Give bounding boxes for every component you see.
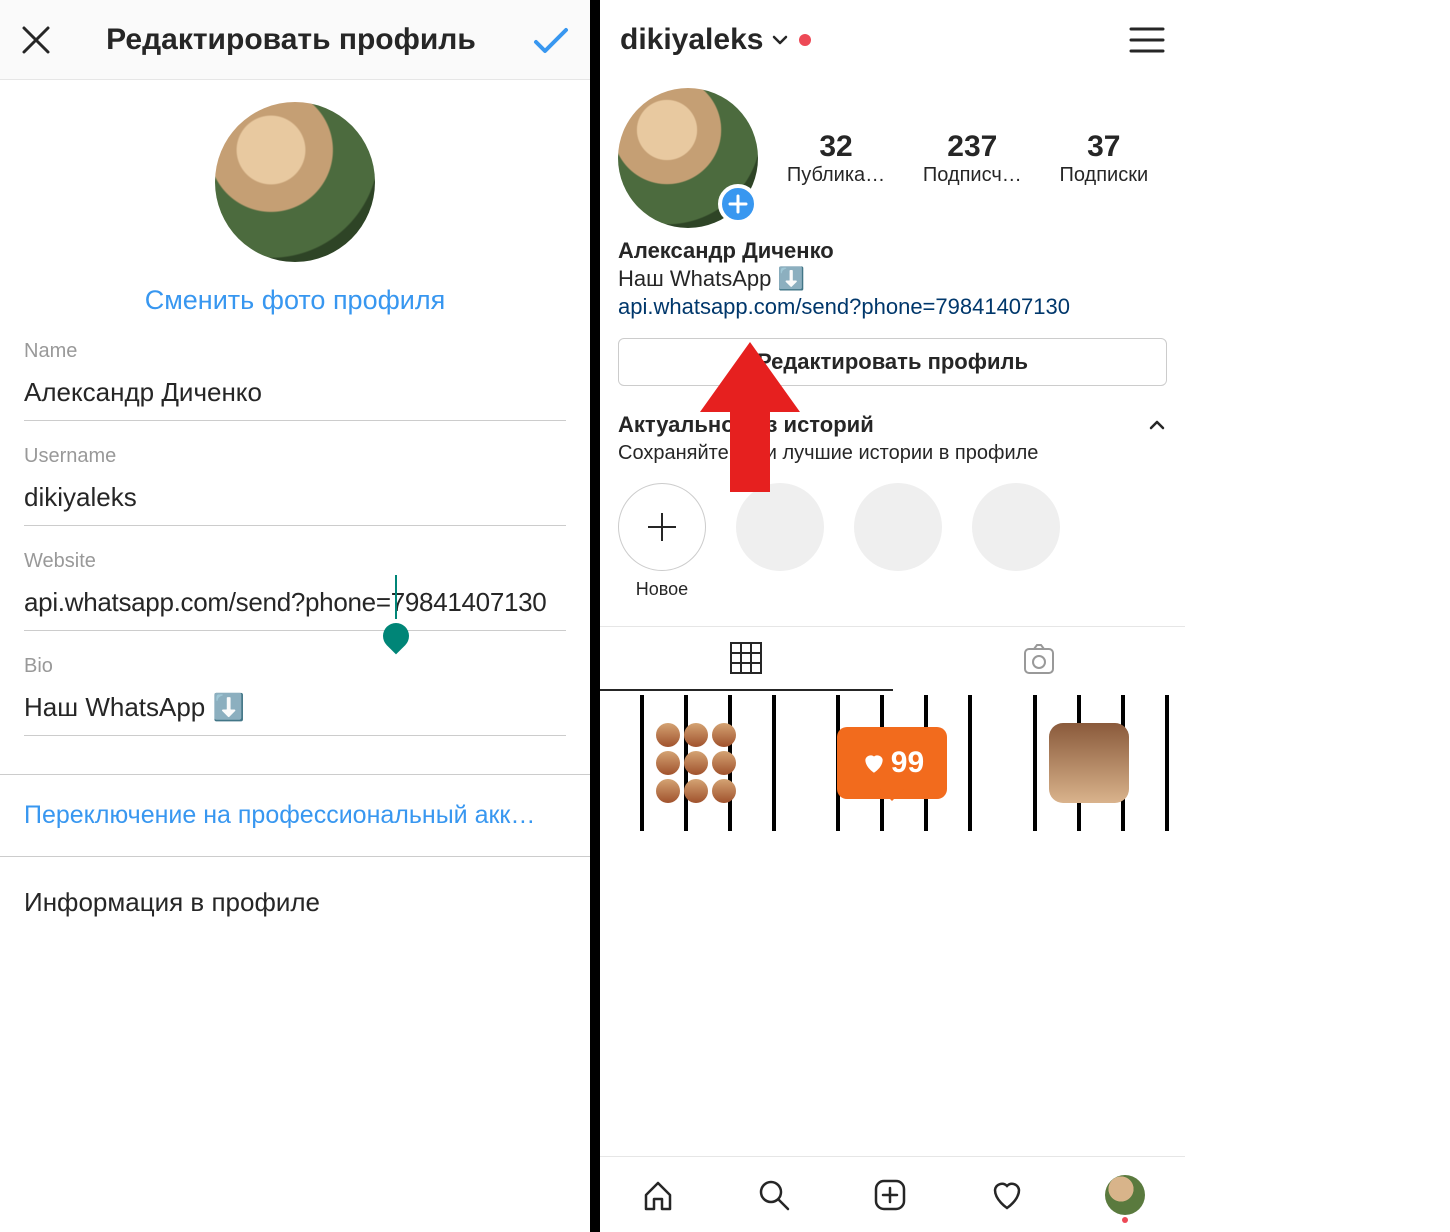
highlight-new[interactable]: Новое bbox=[618, 483, 706, 600]
profile-info-heading: Информация в профиле bbox=[0, 857, 590, 918]
highlights-row: Новое bbox=[600, 465, 1185, 600]
switch-professional-link[interactable]: Переключение на профессиональный акк… bbox=[0, 775, 590, 857]
confirm-icon[interactable] bbox=[530, 20, 570, 60]
home-icon[interactable] bbox=[640, 1177, 676, 1213]
like-badge: 99 bbox=[837, 727, 947, 799]
change-photo-link[interactable]: Сменить фото профиля bbox=[145, 285, 446, 316]
stat-followers[interactable]: 237 Подписч… bbox=[923, 130, 1022, 187]
profile-screen: dikiyaleks 32 Публика… 237 Подписч… bbox=[600, 0, 1185, 1232]
name-input[interactable] bbox=[24, 369, 566, 421]
stat-posts[interactable]: 32 Публика… bbox=[787, 130, 885, 187]
search-icon[interactable] bbox=[756, 1177, 792, 1213]
notification-dot bbox=[799, 34, 811, 46]
edit-profile-screen: Редактировать профиль Сменить фото профи… bbox=[0, 0, 590, 1232]
followers-count: 237 bbox=[923, 130, 1022, 164]
nav-profile-avatar[interactable] bbox=[1105, 1175, 1145, 1215]
post-thumbnail[interactable] bbox=[600, 695, 792, 831]
highlights-subtitle: Сохраняйте свои лучшие истории в профиле bbox=[600, 438, 1185, 465]
edit-profile-button[interactable]: Редактировать профиль bbox=[618, 338, 1167, 386]
chevron-up-icon[interactable] bbox=[1147, 415, 1167, 435]
post-thumbnail[interactable] bbox=[993, 695, 1185, 831]
add-story-icon[interactable] bbox=[718, 184, 758, 224]
close-icon[interactable] bbox=[20, 24, 52, 56]
display-name: Александр Диченко bbox=[618, 238, 1167, 264]
edit-header: Редактировать профиль bbox=[0, 0, 590, 80]
website-label: Website bbox=[24, 550, 566, 573]
profile-avatar-wrap[interactable] bbox=[618, 88, 768, 228]
highlights-title: Актуальное из историй bbox=[618, 412, 874, 438]
posts-grid: 99 bbox=[600, 691, 1185, 831]
activity-icon[interactable] bbox=[989, 1177, 1025, 1213]
bio-text: Наш WhatsApp ⬇️ bbox=[618, 266, 1167, 292]
bottom-nav bbox=[600, 1156, 1185, 1232]
chevron-down-icon[interactable] bbox=[771, 31, 789, 49]
page-title: Редактировать профиль bbox=[52, 23, 530, 57]
username-input[interactable] bbox=[24, 474, 566, 526]
posts-count: 32 bbox=[787, 130, 885, 164]
followers-label: Подписч… bbox=[923, 164, 1022, 187]
following-label: Подписки bbox=[1059, 164, 1148, 187]
highlight-new-label: Новое bbox=[618, 579, 706, 600]
posts-label: Публика… bbox=[787, 164, 885, 187]
website-input[interactable] bbox=[24, 579, 566, 631]
highlight-placeholder bbox=[736, 483, 824, 571]
header-username[interactable]: dikiyaleks bbox=[620, 23, 763, 57]
add-post-icon[interactable] bbox=[872, 1177, 908, 1213]
bio-label: Bio bbox=[24, 655, 566, 678]
tab-grid[interactable] bbox=[600, 627, 893, 691]
name-label: Name bbox=[24, 340, 566, 363]
highlight-placeholder bbox=[972, 483, 1060, 571]
instagram-icon bbox=[1049, 723, 1129, 803]
stats: 32 Публика… 237 Подписч… 37 Подписки bbox=[768, 130, 1167, 187]
post-thumbnail[interactable]: 99 bbox=[796, 695, 988, 831]
plus-icon bbox=[618, 483, 706, 571]
bio-input[interactable] bbox=[24, 684, 566, 736]
following-count: 37 bbox=[1059, 130, 1148, 164]
profile-header: dikiyaleks bbox=[600, 0, 1185, 80]
menu-icon[interactable] bbox=[1129, 25, 1165, 55]
profile-avatar[interactable] bbox=[215, 102, 375, 262]
text-cursor bbox=[395, 575, 397, 619]
highlight-placeholder bbox=[854, 483, 942, 571]
bio-link[interactable]: api.whatsapp.com/send?phone=79841407130 bbox=[618, 294, 1167, 320]
like-count: 99 bbox=[891, 746, 924, 780]
profile-tabs bbox=[600, 626, 1185, 691]
stat-following[interactable]: 37 Подписки bbox=[1059, 130, 1148, 187]
username-label: Username bbox=[24, 445, 566, 468]
tab-tagged[interactable] bbox=[893, 627, 1186, 691]
